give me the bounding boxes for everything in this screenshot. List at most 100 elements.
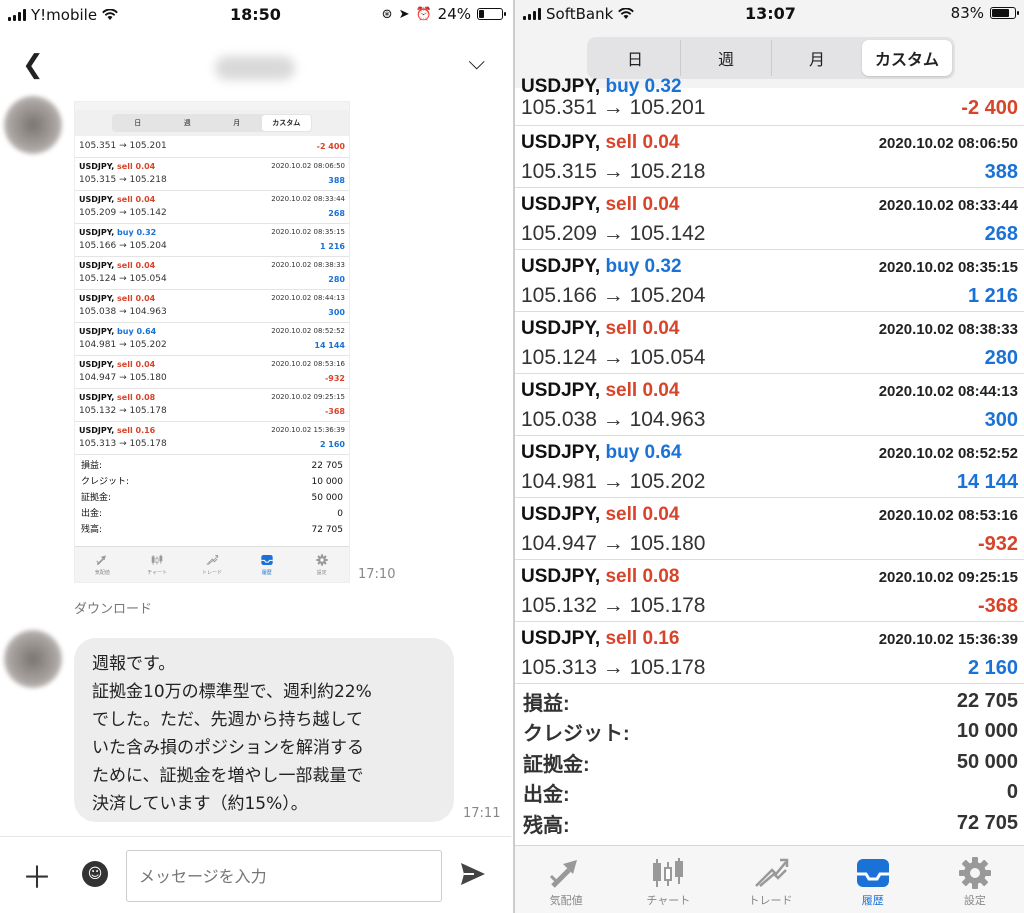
trade-row[interactable]: USDJPY, sell 0.04 2020.10.02 08:06:50 105.…	[515, 126, 1024, 188]
summary-row: 出金: 0	[523, 778, 1018, 809]
tab-trade[interactable]: トレード	[719, 846, 821, 913]
trade-symbol: USDJPY,	[79, 228, 115, 237]
thumb-tab-label: 設定	[316, 569, 327, 576]
trade-side: buy	[600, 76, 645, 97]
trade-profit: 268	[984, 223, 1018, 245]
send-icon[interactable]	[458, 859, 488, 893]
trade-symbol: USDJPY,	[521, 442, 601, 463]
summary-label: クレジット:	[523, 723, 630, 746]
trade-profit: -2 400	[961, 97, 1018, 119]
chat-header: ❮ ⌵	[0, 36, 511, 92]
tab-gear[interactable]: 設定	[924, 846, 1024, 913]
trade-row[interactable]: USDJPY, sell 0.04 2020.10.02 08:44:13 105.…	[515, 374, 1024, 436]
trade-time: 2020.10.02 08:44:13	[271, 294, 345, 302]
summary-value: 10 000	[956, 720, 1018, 743]
trade-symbol: USDJPY,	[79, 162, 115, 171]
message-time: 17:11	[463, 806, 501, 821]
tab-segment[interactable]: カスタム	[862, 40, 952, 76]
trade-side: sell	[600, 318, 643, 339]
trade-row[interactable]: USDJPY, buy 0.64 2020.10.02 08:52:52 104.9…	[515, 436, 1024, 498]
message-bubble: 週報です。 証拠金10万の標準型で、週利約22% でした。ただ、先週から持ち越し…	[74, 638, 454, 822]
message-line: 決済しています（約15%）。	[92, 794, 308, 814]
carrier-name: Y!mobile	[31, 6, 98, 24]
trade-profit: 388	[984, 161, 1018, 183]
status-time: 13:07	[745, 4, 796, 23]
trade-symbol-group: USDJPY, sell 0.04	[521, 380, 679, 402]
message-line: 週報です。	[92, 654, 176, 674]
thumb-tab-segment: 月	[233, 119, 241, 127]
trade-row[interactable]: USDJPY, buy 0.32 2020.10.02 08:35:15 105.1…	[515, 250, 1024, 312]
trade-profit: 388	[328, 176, 345, 185]
trade-lots: 0.32	[136, 228, 157, 237]
avatar[interactable]	[4, 96, 62, 154]
trade-row: USDJPY, buy 0.32 2020.10.02 08:35:15 105.1…	[75, 224, 349, 257]
trade-row[interactable]: USDJPY, sell 0.04 2020.10.02 08:33:44 105.…	[515, 188, 1024, 250]
trade-time: 2020.10.02 08:06:50	[878, 135, 1018, 152]
trade-icon	[752, 854, 790, 892]
trade-profit: 14 144	[314, 341, 345, 350]
trade-side: buy	[114, 327, 137, 336]
tab-history-tray[interactable]: 履歴	[822, 846, 924, 913]
summary-row: 損益: 22 705	[523, 686, 1018, 717]
trade-symbol-group: USDJPY, sell 0.04	[521, 132, 679, 154]
trade-row[interactable]: USDJPY, sell 0.04 2020.10.02 08:53:16 104.…	[515, 498, 1024, 560]
trade-lots: 0.04	[135, 162, 156, 171]
trade-profit: 280	[328, 275, 345, 284]
trade-prices: 105.315 → 105.218	[521, 160, 706, 183]
trade-side: buy	[600, 442, 645, 463]
chat-panel: Y!mobile 18:50 ⊛ ➤ ⏰ 24% ❮ ⌵ 日 週 月 カスタム 105…	[0, 0, 511, 913]
trade-profit: 268	[328, 209, 345, 218]
trade-lots: 0.32	[644, 76, 682, 97]
tab-segment[interactable]: 日	[590, 40, 681, 76]
emoji-icon[interactable]: ☺	[82, 861, 108, 887]
trade-side: sell	[114, 261, 136, 270]
trade-row: USDJPY, sell 0.04 2020.10.02 08:53:16 104.…	[75, 356, 349, 389]
trade-symbol: USDJPY,	[521, 380, 601, 401]
avatar[interactable]	[4, 630, 62, 688]
tab-chart-candles[interactable]: チャート	[617, 846, 719, 913]
thumb-status-bar	[75, 102, 349, 110]
tab-segment[interactable]: 月	[772, 40, 862, 76]
trade-row[interactable]: USDJPY, sell 0.16 2020.10.02 15:36:39 105.…	[515, 622, 1024, 684]
message-input[interactable]	[126, 850, 442, 902]
trade-symbol: USDJPY,	[79, 327, 115, 336]
trade-side: sell	[600, 194, 643, 215]
trade-symbol-group: USDJPY, sell 0.16	[521, 628, 679, 650]
battery-icon	[477, 8, 506, 20]
download-link[interactable]: ダウンロード	[74, 598, 152, 617]
chevron-left-icon[interactable]: ❮	[22, 50, 44, 80]
tab-bar: 気配値 チャート トレード 履歴 設定	[515, 845, 1024, 913]
shared-image-thumbnail[interactable]: 日 週 月 カスタム 105.351 → 105.201 -2 400 USDJPY, s…	[74, 101, 350, 583]
chevron-down-icon[interactable]: ⌵	[468, 50, 485, 75]
trade-icon	[205, 554, 219, 569]
trade-row[interactable]: USDJPY, sell 0.08 2020.10.02 09:25:15 105.…	[515, 560, 1024, 622]
chart-candles-icon	[150, 554, 164, 569]
trade-profit: -932	[324, 374, 345, 383]
trade-time: 2020.10.02 08:53:16	[271, 360, 345, 368]
plus-icon[interactable]: ＋	[22, 853, 52, 897]
trade-row[interactable]: USDJPY, buy 0.32 105.351 → 105.201 -2 400	[515, 76, 1024, 126]
tab-quotes[interactable]: 気配値	[515, 846, 617, 913]
trade-side: sell	[600, 132, 643, 153]
trade-time: 2020.10.02 08:38:33	[878, 321, 1018, 338]
trade-side: sell	[114, 393, 136, 402]
trade-symbol-group: USDJPY, buy 0.32	[79, 226, 156, 239]
trade-side: sell	[600, 380, 643, 401]
trade-time: 2020.10.02 08:38:33	[271, 261, 345, 269]
summary-row: 残高: 72 705	[523, 808, 1018, 839]
summary-value: 50 000	[311, 493, 344, 503]
history-tray-icon	[260, 554, 274, 569]
tab-segment[interactable]: 週	[681, 40, 772, 76]
summary-value: 50 000	[956, 750, 1018, 773]
trade-time: 2020.10.02 09:25:15	[271, 393, 345, 401]
thumb-tab-segment: カスタム	[261, 115, 311, 131]
summary-label: 損益:	[81, 461, 103, 471]
trade-time: 2020.10.02 15:36:39	[271, 426, 345, 434]
trade-row[interactable]: USDJPY, sell 0.04 2020.10.02 08:38:33 105.…	[515, 312, 1024, 374]
thumb-tab-history-tray: 履歴	[239, 547, 294, 582]
summary-value: 72 705	[956, 811, 1018, 834]
summary-row: 出金: 0	[81, 506, 343, 522]
trade-row: USDJPY, buy 0.64 2020.10.02 08:52:52 104.9…	[75, 323, 349, 356]
trade-symbol-group: USDJPY, sell 0.04	[79, 160, 155, 173]
trade-time: 2020.10.02 08:52:52	[271, 327, 345, 335]
